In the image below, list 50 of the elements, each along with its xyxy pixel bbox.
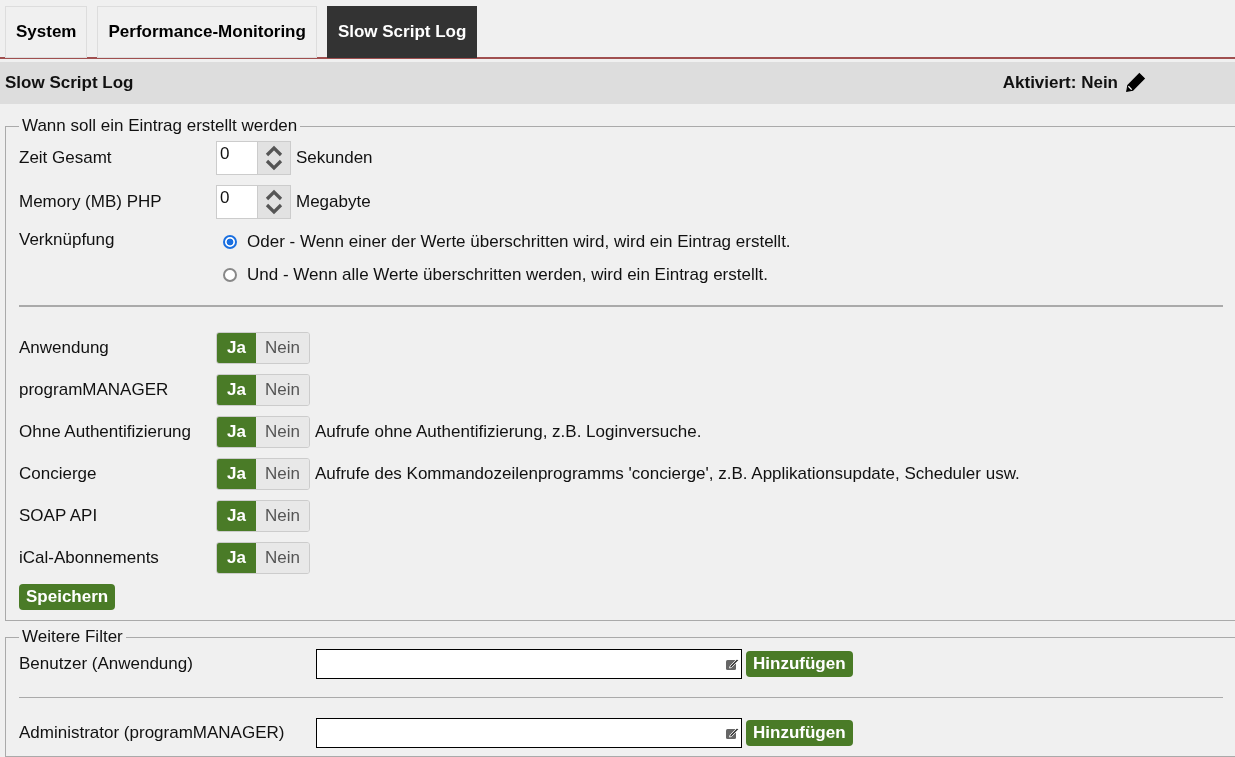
option-description: Aufrufe des Kommandozeilenprogramms 'concierge', z.B. Applikationsupdate, Scheduler usw. <box>314 464 1020 484</box>
toggle-option[interactable]: Ja <box>217 459 256 489</box>
tab[interactable]: System <box>5 6 88 58</box>
toggle-option[interactable]: Ja <box>217 333 256 363</box>
edit-icon[interactable] <box>725 726 739 740</box>
add-button[interactable]: Hinzufügen <box>746 651 853 677</box>
toggle-option[interactable]: Ja <box>217 543 256 573</box>
save-button[interactable]: Speichern <box>19 584 116 610</box>
field-label: Verknüpfung <box>19 230 116 250</box>
option-description: Aufrufe ohne Authentifizierung, z.B. Loginversuche. <box>314 422 702 442</box>
toggle-option[interactable]: Nein <box>255 375 309 405</box>
add-button[interactable]: Hinzufügen <box>746 720 853 746</box>
toggle-option[interactable]: Nein <box>255 417 309 447</box>
field-label: Memory (MB) PHP <box>19 192 163 212</box>
unit-label: Megabyte <box>296 192 371 212</box>
field-label: programMANAGER <box>19 380 170 400</box>
toggle-option[interactable]: Ja <box>217 375 256 405</box>
field-label: Anwendung <box>19 338 110 358</box>
toggle-option[interactable]: Ja <box>217 417 256 447</box>
pencil-icon[interactable] <box>1124 72 1146 94</box>
up-down-arrows-icon[interactable] <box>264 143 284 173</box>
toggle-option[interactable]: Nein <box>255 501 309 531</box>
tab[interactable]: Slow Script Log <box>326 6 478 58</box>
radio-label: Und - Wenn alle Werte überschritten werden, wird ein Eintrag erstellt. <box>247 265 768 285</box>
toggle-option[interactable]: Nein <box>255 543 309 573</box>
radio-button[interactable] <box>223 268 237 282</box>
radio-label: Oder - Wenn einer der Werte überschritten wird, wird ein Eintrag erstellt. <box>247 232 791 252</box>
fieldset-legend: Weitere Filter <box>19 627 126 647</box>
field-label: Concierge <box>19 464 98 484</box>
field-label: Ohne Authentifizierung <box>19 422 192 442</box>
toggle-option[interactable]: Ja <box>217 501 256 531</box>
field-label: Benutzer (Anwendung) <box>19 654 194 674</box>
input-field[interactable] <box>316 649 742 679</box>
section-title: Slow Script Log <box>5 73 134 93</box>
radio-button[interactable] <box>223 235 237 249</box>
input-field[interactable] <box>316 718 742 748</box>
up-down-arrows-icon[interactable] <box>264 187 284 217</box>
edit-icon[interactable] <box>725 657 739 671</box>
number-spinner[interactable]: 0 <box>216 141 291 175</box>
toggle-option[interactable]: Nein <box>255 333 309 363</box>
unit-label: Sekunden <box>296 148 373 168</box>
toggle-option[interactable]: Nein <box>255 459 309 489</box>
number-spinner[interactable]: 0 <box>216 185 291 219</box>
activation-status: Aktiviert: Nein <box>1002 73 1118 93</box>
field-label: SOAP API <box>19 506 99 526</box>
field-label: Administrator (programMANAGER) <box>19 723 286 743</box>
fieldset-legend: Wann soll ein Eintrag erstellt werden <box>19 116 301 136</box>
tab[interactable]: Performance-Monitoring <box>97 6 317 58</box>
field-label: iCal-Abonnements <box>19 548 160 568</box>
field-label: Zeit Gesamt <box>19 148 113 168</box>
